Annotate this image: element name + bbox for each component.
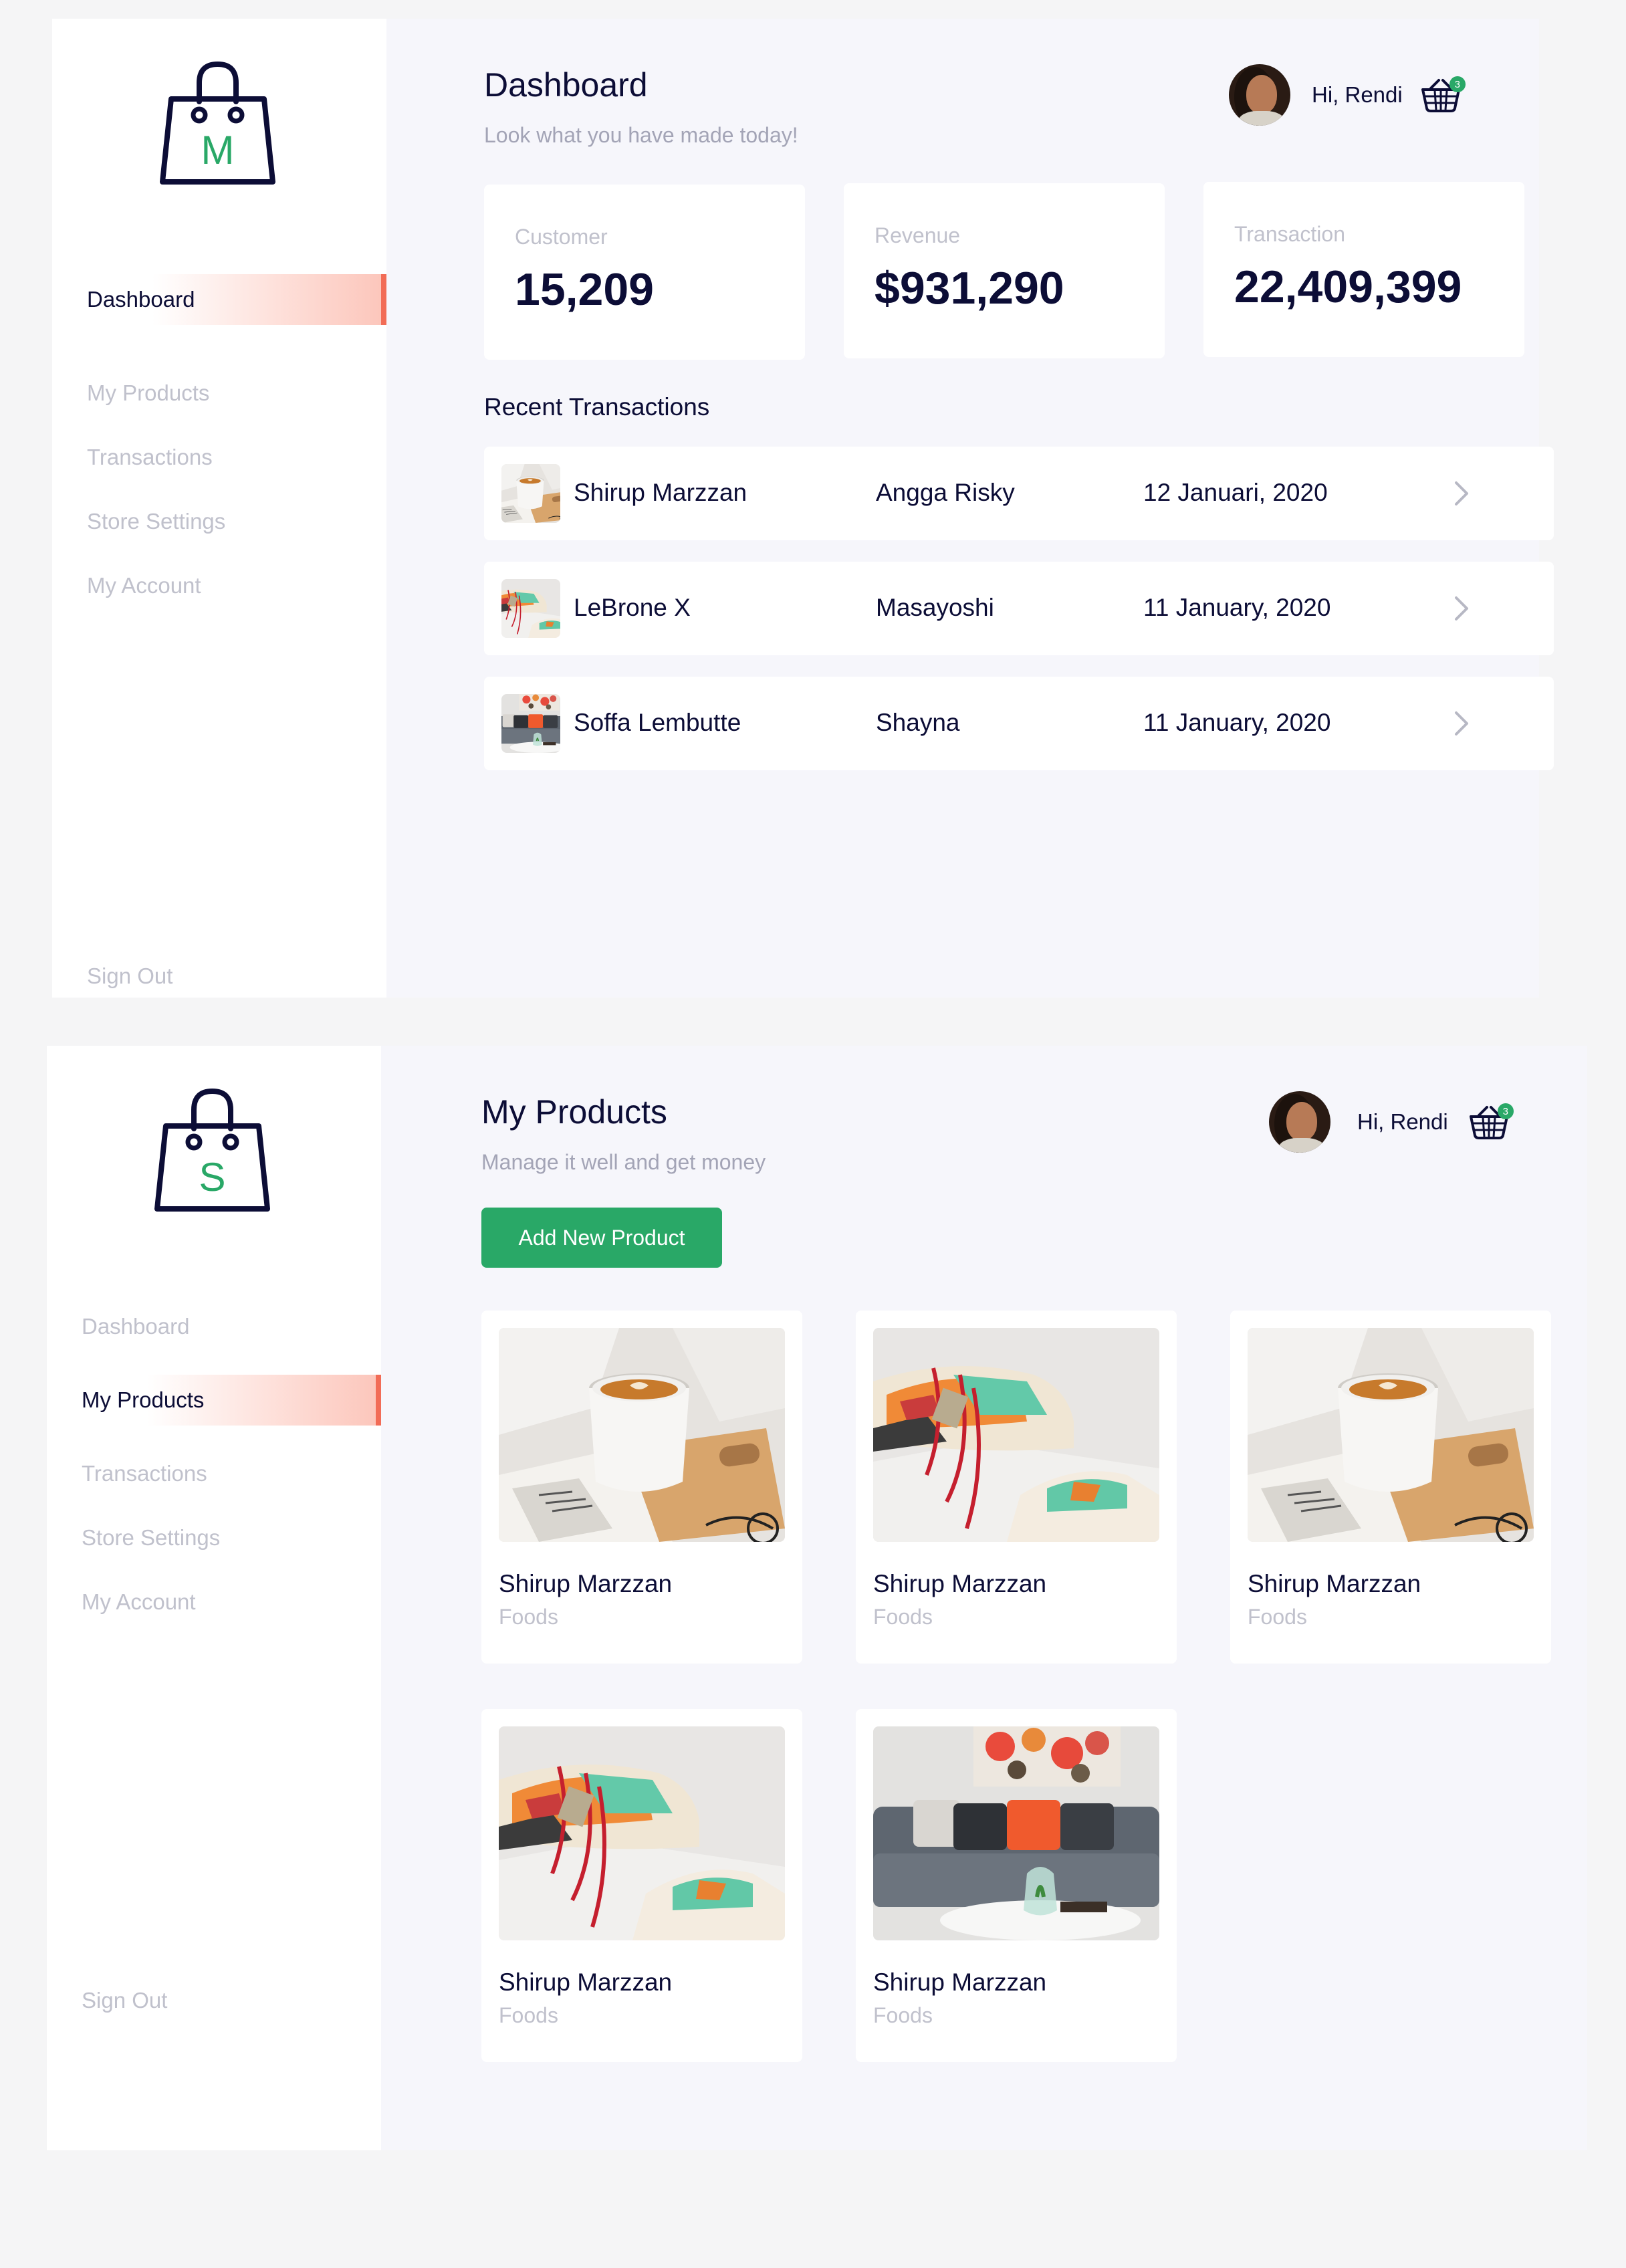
sign-out-link[interactable]: Sign Out bbox=[87, 951, 386, 1002]
store-logo[interactable]: M bbox=[159, 60, 276, 187]
dashboard-screen: M Dashboard My Products Transactions Sto… bbox=[52, 19, 1554, 998]
page-title: My Products bbox=[481, 1093, 667, 1131]
sidebar-item-my-products[interactable]: My Products bbox=[87, 368, 386, 419]
stat-card-transaction: Transaction 22,409,399 bbox=[1203, 182, 1524, 357]
cart-button[interactable]: 3 bbox=[1420, 76, 1466, 114]
my-products-screen: S Dashboard My Products Transactions Sto… bbox=[47, 1046, 1587, 2150]
sidebar-item-transactions[interactable]: Transactions bbox=[87, 432, 386, 483]
chevron-right-icon[interactable] bbox=[1452, 479, 1471, 508]
product-thumbnail bbox=[501, 464, 560, 523]
transaction-customer: Shayna bbox=[876, 709, 960, 736]
product-image bbox=[873, 1328, 1159, 1542]
product-category: Foods bbox=[1248, 1605, 1307, 1629]
product-category: Foods bbox=[499, 2003, 558, 2027]
sidebar: S Dashboard My Products Transactions Sto… bbox=[47, 1046, 381, 2150]
cart-button[interactable]: 3 bbox=[1468, 1103, 1514, 1141]
sidebar-item-my-account[interactable]: My Account bbox=[82, 1577, 381, 1627]
product-category: Foods bbox=[873, 1605, 933, 1629]
stat-value: 22,409,399 bbox=[1234, 261, 1462, 312]
transaction-customer: Angga Risky bbox=[876, 479, 1015, 506]
avatar[interactable] bbox=[1229, 64, 1290, 126]
page-title: Dashboard bbox=[484, 66, 648, 104]
cart-count-badge: 3 bbox=[1497, 1103, 1514, 1119]
transaction-date: 11 January, 2020 bbox=[1143, 709, 1331, 736]
product-name: Shirup Marzzan bbox=[499, 1968, 673, 1996]
logo-letter: M bbox=[201, 128, 235, 173]
stat-value: 15,209 bbox=[515, 264, 654, 315]
sidebar-item-my-account[interactable]: My Account bbox=[87, 560, 386, 611]
transaction-row[interactable]: Soffa Lembutte Shayna 11 January, 2020 bbox=[484, 677, 1554, 770]
stat-value: $931,290 bbox=[875, 263, 1064, 314]
page-subtitle: Look what you have made today! bbox=[484, 123, 798, 147]
sidebar-item-store-settings[interactable]: Store Settings bbox=[82, 1512, 381, 1563]
product-category: Foods bbox=[499, 1605, 558, 1629]
product-image bbox=[873, 1726, 1159, 1940]
transaction-customer: Masayoshi bbox=[876, 594, 994, 621]
sidebar-item-transactions[interactable]: Transactions bbox=[82, 1448, 381, 1499]
transaction-product: Soffa Lembutte bbox=[574, 709, 741, 736]
sidebar-item-dashboard[interactable]: Dashboard bbox=[52, 274, 386, 325]
sidebar: M Dashboard My Products Transactions Sto… bbox=[52, 19, 386, 998]
recent-transactions-title: Recent Transactions bbox=[484, 393, 710, 421]
user-greeting: Hi, Rendi bbox=[1312, 82, 1403, 107]
transaction-date: 12 Januari, 2020 bbox=[1143, 479, 1328, 506]
main-content: Dashboard Look what you have made today!… bbox=[386, 19, 1554, 998]
sidebar-item-store-settings[interactable]: Store Settings bbox=[87, 496, 386, 547]
sign-out-link[interactable]: Sign Out bbox=[82, 1975, 381, 2026]
user-greeting: Hi, Rendi bbox=[1357, 1109, 1448, 1134]
stat-card-customer: Customer 15,209 bbox=[484, 185, 805, 360]
stat-label: Transaction bbox=[1234, 222, 1345, 246]
store-logo[interactable]: S bbox=[154, 1087, 271, 1214]
stat-card-revenue: Revenue $931,290 bbox=[844, 183, 1165, 358]
product-image bbox=[1248, 1328, 1534, 1542]
product-card[interactable]: Shirup Marzzan Foods bbox=[481, 1311, 802, 1664]
product-card[interactable]: Shirup Marzzan Foods bbox=[1230, 1311, 1551, 1664]
product-name: Shirup Marzzan bbox=[1248, 1570, 1421, 1597]
chevron-right-icon[interactable] bbox=[1452, 709, 1471, 738]
sidebar-item-my-products[interactable]: My Products bbox=[47, 1375, 381, 1426]
main-content: My Products Manage it well and get money… bbox=[381, 1046, 1587, 2150]
product-image bbox=[499, 1726, 785, 1940]
stat-label: Customer bbox=[515, 225, 608, 249]
page-subtitle: Manage it well and get money bbox=[481, 1150, 766, 1174]
user-area: Hi, Rendi 3 bbox=[1229, 64, 1466, 126]
product-card[interactable]: Shirup Marzzan Foods bbox=[481, 1709, 802, 2062]
product-thumbnail bbox=[501, 694, 560, 753]
avatar[interactable] bbox=[1269, 1091, 1330, 1153]
product-name: Shirup Marzzan bbox=[873, 1570, 1047, 1597]
chevron-right-icon[interactable] bbox=[1452, 594, 1471, 623]
transaction-row[interactable]: Shirup Marzzan Angga Risky 12 Januari, 2… bbox=[484, 447, 1554, 540]
add-new-product-button[interactable]: Add New Product bbox=[481, 1208, 722, 1268]
product-name: Shirup Marzzan bbox=[499, 1570, 673, 1597]
cart-count-badge: 3 bbox=[1449, 76, 1466, 92]
user-area: Hi, Rendi 3 bbox=[1269, 1091, 1514, 1153]
stat-label: Revenue bbox=[875, 223, 961, 247]
sidebar-item-dashboard[interactable]: Dashboard bbox=[82, 1301, 381, 1352]
transaction-date: 11 January, 2020 bbox=[1143, 594, 1331, 621]
product-thumbnail bbox=[501, 579, 560, 638]
product-image bbox=[499, 1328, 785, 1542]
product-category: Foods bbox=[873, 2003, 933, 2027]
product-card[interactable]: Shirup Marzzan Foods bbox=[856, 1709, 1177, 2062]
transaction-row[interactable]: LeBrone X Masayoshi 11 January, 2020 bbox=[484, 562, 1554, 655]
product-name: Shirup Marzzan bbox=[873, 1968, 1047, 1996]
transaction-product: LeBrone X bbox=[574, 594, 691, 621]
product-card[interactable]: Shirup Marzzan Foods bbox=[856, 1311, 1177, 1664]
logo-letter: S bbox=[199, 1155, 226, 1200]
transaction-product: Shirup Marzzan bbox=[574, 479, 747, 506]
